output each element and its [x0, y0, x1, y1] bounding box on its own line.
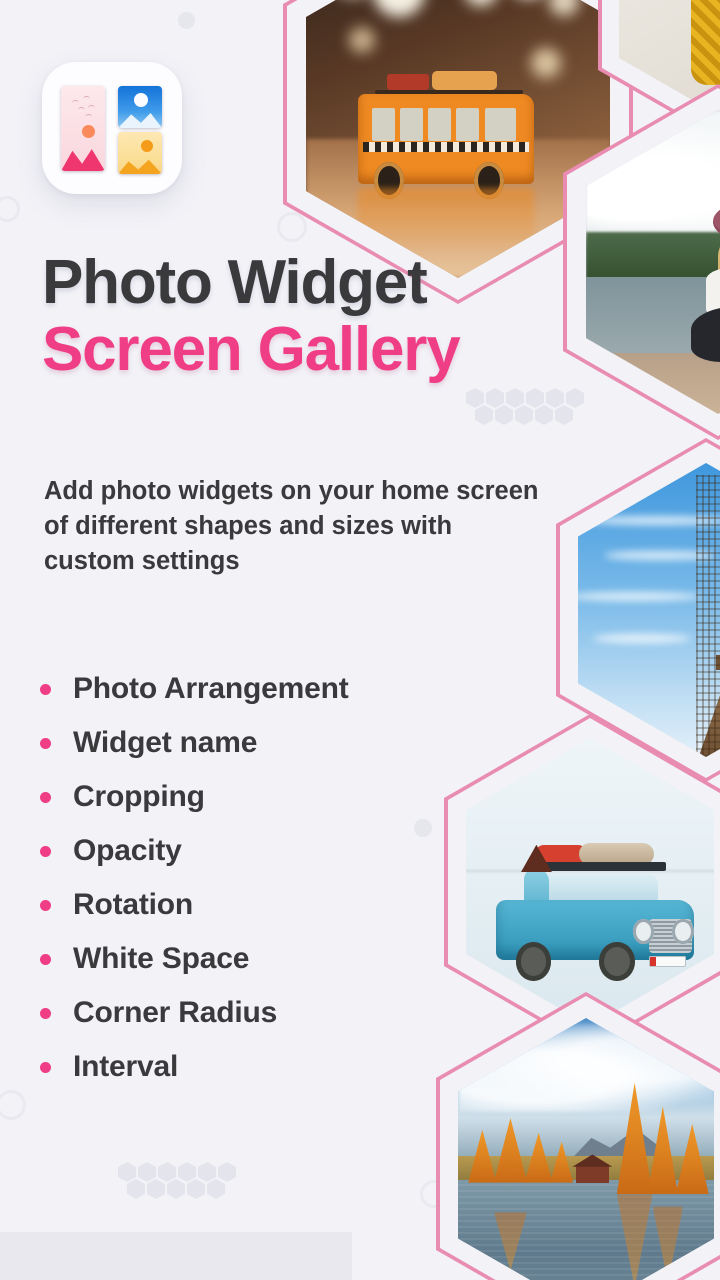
feature-label: Photo Arrangement — [73, 672, 349, 705]
bottom-band — [0, 1232, 352, 1280]
app-icon-thumb-yellow — [118, 132, 162, 174]
hex-photo-lake — [586, 110, 720, 414]
headline-line-2: Screen Gallery — [42, 315, 461, 385]
feature-label: Cropping — [73, 780, 205, 813]
feature-list: Photo Arrangement Widget name Cropping O… — [40, 662, 490, 1094]
feature-label: Rotation — [73, 888, 194, 921]
feature-label: White Space — [73, 942, 250, 975]
promo-screen: Photo Widget Screen Gallery Add photo wi… — [0, 0, 720, 1280]
bullet-icon — [40, 683, 51, 695]
decor-ring-4 — [0, 196, 20, 222]
list-item: Opacity — [40, 824, 490, 878]
page-title: Photo Widget Screen Gallery — [42, 250, 602, 385]
honeycomb-decor-bottom-left — [118, 1162, 238, 1199]
headline-line-1: Photo Widget — [42, 248, 428, 317]
hex-photo-autumn — [458, 1018, 714, 1280]
feature-label: Widget name — [73, 726, 258, 759]
hex-photo-eiffel — [578, 463, 720, 757]
bullet-icon — [40, 737, 51, 749]
decor-ring-3 — [0, 1090, 26, 1120]
list-item: Cropping — [40, 770, 490, 824]
pineapple-illustration — [691, 0, 720, 85]
list-item: White Space — [40, 932, 490, 986]
cabin-illustration — [575, 1165, 610, 1183]
subheadline: Add photo widgets on your home screen of… — [44, 477, 539, 576]
app-icon-thumb-tall — [61, 86, 105, 171]
van-illustration — [357, 71, 534, 256]
bullet-icon — [40, 1007, 51, 1019]
app-icon — [42, 62, 182, 194]
bullet-icon — [40, 791, 51, 803]
list-item: Rotation — [40, 878, 490, 932]
hex-photo-car — [466, 738, 714, 1026]
app-icon-thumb-blue — [118, 86, 162, 128]
list-item: Widget name — [40, 716, 490, 770]
blue-car-illustration — [495, 842, 695, 982]
list-item: Photo Arrangement — [40, 662, 490, 716]
bullet-icon — [40, 1061, 51, 1073]
bullet-icon — [40, 953, 51, 965]
feature-label: Interval — [73, 1050, 179, 1083]
decor-dot-1 — [178, 12, 195, 29]
feature-label: Opacity — [73, 834, 182, 867]
woman-illustration — [686, 201, 720, 363]
list-item: Interval — [40, 1040, 490, 1094]
list-item: Corner Radius — [40, 986, 490, 1040]
bullet-icon — [40, 845, 51, 857]
bullet-icon — [40, 899, 51, 911]
feature-label: Corner Radius — [73, 996, 278, 1029]
